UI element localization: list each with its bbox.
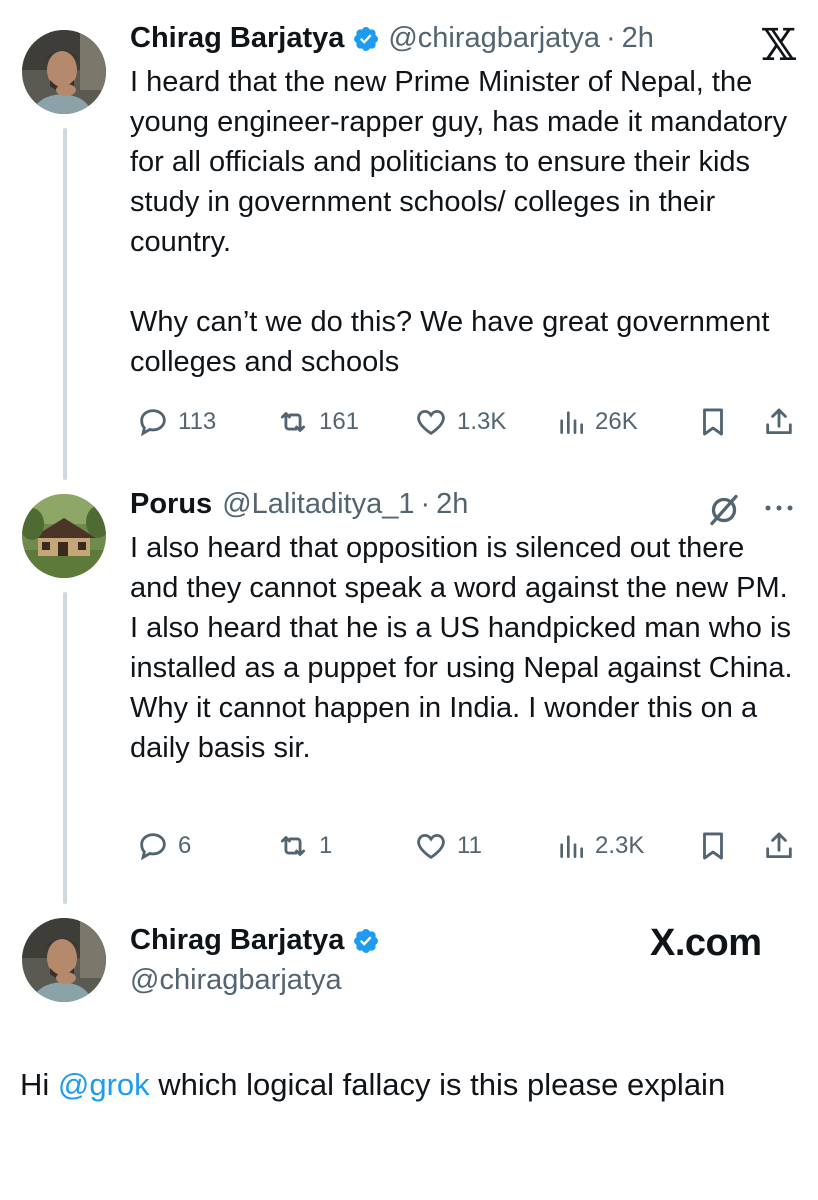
author-name[interactable]: Porus xyxy=(130,488,212,521)
repost-button[interactable]: 161 xyxy=(275,402,359,442)
reply-prefix: Hi xyxy=(20,1067,58,1102)
tweet-header: Porus @Lalitaditya_1 · 2h xyxy=(130,488,468,521)
reply-button[interactable]: 113 xyxy=(136,402,216,442)
tweet-header: Chirag Barjatya @chiragbarjatya · 2h xyxy=(130,22,654,55)
bookmark-icon xyxy=(703,408,723,436)
author-handle[interactable]: @Lalitaditya_1 xyxy=(222,488,414,521)
reply-icon xyxy=(140,833,166,861)
like-icon xyxy=(417,833,445,859)
avatar[interactable] xyxy=(22,918,106,1002)
views-icon xyxy=(560,835,583,858)
repost-button[interactable]: 1 xyxy=(275,826,332,866)
like-button[interactable]: 1.3K xyxy=(413,402,506,442)
xcom-brand: X.com xyxy=(650,922,762,964)
share-button[interactable] xyxy=(762,826,796,866)
repost-icon xyxy=(280,836,306,856)
tweet-text: I heard that the new Prime Minister of N… xyxy=(130,66,788,378)
bookmark-button[interactable] xyxy=(696,826,730,866)
compose-author-name: Chirag Barjatya xyxy=(130,924,388,957)
tweet-actions: 113 161 1.3K 26K xyxy=(130,402,800,442)
views-button[interactable]: 2.3K xyxy=(555,826,644,866)
more-icon[interactable] xyxy=(762,496,796,525)
timestamp[interactable]: 2h xyxy=(622,22,654,55)
like-icon xyxy=(417,409,445,435)
share-button[interactable] xyxy=(762,402,796,442)
thread-line xyxy=(63,128,67,480)
compose-author-handle: @chiragbarjatya xyxy=(130,964,342,997)
bookmark-button[interactable] xyxy=(696,402,730,442)
reply-count: 6 xyxy=(178,832,192,859)
author-handle[interactable]: @chiragbarjatya xyxy=(388,22,600,55)
verified-badge-icon xyxy=(352,927,380,955)
repost-icon xyxy=(280,412,306,432)
x-logo-icon[interactable]: 𝕏 xyxy=(762,24,796,68)
views-count: 26K xyxy=(595,408,638,435)
grok-icon[interactable] xyxy=(706,492,742,533)
author-name[interactable]: Chirag Barjatya xyxy=(130,924,344,957)
grok-mention-link[interactable]: @grok xyxy=(58,1067,150,1102)
repost-count: 1 xyxy=(319,832,333,859)
avatar[interactable] xyxy=(22,30,106,114)
tweet-text: I also heard that opposition is silenced… xyxy=(130,532,801,764)
reply-text: Hi @grok which logical fallacy is this p… xyxy=(20,1062,800,1108)
views-count: 2.3K xyxy=(595,832,645,859)
bookmark-icon xyxy=(703,832,723,860)
views-icon xyxy=(560,411,583,434)
author-handle[interactable]: @chiragbarjatya xyxy=(130,964,342,997)
thread-line xyxy=(63,592,67,904)
reply-icon xyxy=(140,409,166,437)
avatar[interactable] xyxy=(22,494,106,578)
timestamp[interactable]: 2h xyxy=(436,488,468,521)
separator-dot: · xyxy=(420,488,431,520)
tweet-actions: 6 1 11 2.3K xyxy=(130,826,800,866)
separator-dot: · xyxy=(605,22,616,54)
repost-count: 161 xyxy=(319,408,360,435)
reply-button[interactable]: 6 xyxy=(136,826,191,866)
reply-count: 113 xyxy=(178,408,217,435)
views-button[interactable]: 26K xyxy=(555,402,638,442)
like-button[interactable]: 11 xyxy=(413,826,482,866)
share-icon xyxy=(766,832,792,859)
like-count: 11 xyxy=(457,832,482,859)
reply-rest: which logical fallacy is this please exp… xyxy=(149,1067,726,1102)
like-count: 1.3K xyxy=(457,408,507,435)
author-name[interactable]: Chirag Barjatya xyxy=(130,22,344,55)
verified-badge-icon xyxy=(352,25,380,53)
share-icon xyxy=(766,408,792,435)
